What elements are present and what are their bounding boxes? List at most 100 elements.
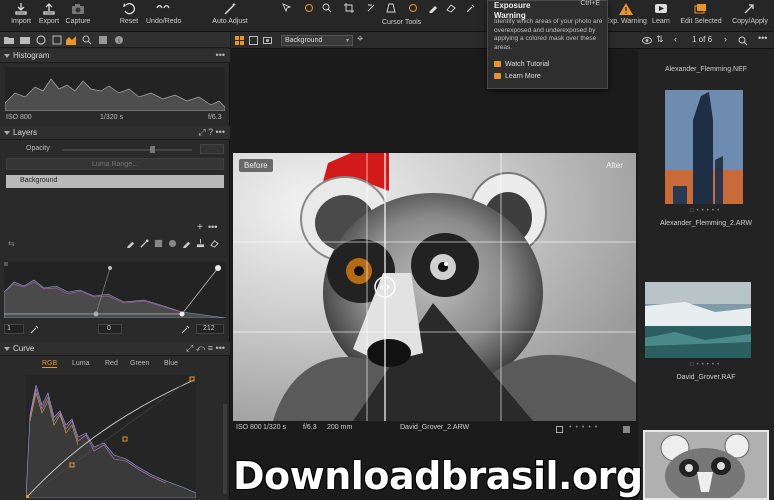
edit-selected-button[interactable]: Edit Selected [678, 2, 724, 30]
rating-dots[interactable]: ••••• [569, 424, 601, 431]
undo-redo-button[interactable]: Undo/Redo [146, 2, 181, 30]
camera-tab-icon[interactable] [20, 35, 30, 45]
opacity-value-field[interactable] [200, 144, 224, 154]
exposure-warning-tooltip: Exposure Warning Ctrl+E Identify which a… [487, 0, 608, 89]
curve-header[interactable]: Curve ⤢ ↶ ≡ ••• [0, 342, 230, 356]
black-picker-icon[interactable] [30, 324, 40, 334]
copy-apply-button[interactable]: Copy/Apply [728, 2, 772, 30]
skyscraper-image [665, 90, 743, 204]
draw-mask-icon[interactable] [182, 239, 191, 248]
thumbnail-item[interactable] [665, 90, 743, 204]
levels-low-field[interactable]: 1 [4, 324, 24, 334]
search-icon[interactable] [738, 36, 748, 46]
levels-mid-field[interactable]: 0 [98, 324, 122, 334]
levels-high-value: 212 [203, 325, 215, 332]
next-image-icon[interactable]: › [724, 34, 727, 44]
luma-range-button[interactable]: Luma Range... [6, 158, 224, 170]
learn-label: Learn [652, 18, 670, 25]
reset-button[interactable]: Reset [112, 2, 146, 30]
copy-apply-icon [744, 4, 754, 14]
opacity-slider-handle[interactable] [150, 146, 155, 153]
learn-button[interactable]: Learn [646, 2, 676, 30]
image-info-bar: ISO 800 1/320 s f/6.3 200 mm David_Grove… [231, 422, 638, 436]
rating-dots[interactable]: □••••• [638, 208, 774, 214]
magic-brush-icon[interactable] [140, 239, 149, 248]
grid-view-icon[interactable] [235, 36, 244, 45]
chevron-down-icon [4, 131, 10, 135]
single-view-icon[interactable] [249, 36, 258, 45]
variant-dropdown-value: Background [285, 37, 323, 44]
thumbnail-item[interactable] [645, 282, 751, 358]
keystone-icon[interactable] [386, 3, 396, 13]
more-options-icon[interactable]: ⤢ ? ••• [198, 127, 225, 138]
watch-tutorial-link[interactable]: Watch Tutorial [494, 61, 549, 68]
learn-more-link[interactable]: Learn More [494, 73, 541, 80]
photo-preview[interactable]: Before After [233, 153, 636, 421]
lens-tab-icon[interactable] [36, 35, 46, 45]
lemur-image [233, 153, 636, 421]
more-options-icon[interactable]: ••• [216, 50, 225, 60]
filter-icon[interactable]: ⇅ [656, 34, 664, 45]
exposure-tab-icon[interactable] [66, 35, 76, 45]
tools-panel: i Histogram ••• ISO 800 1/320 s f/6.3 La… [0, 32, 230, 500]
remove-layer-icon[interactable]: ••• [208, 222, 217, 232]
panel-scrollbar[interactable] [223, 404, 227, 494]
opacity-slider[interactable] [62, 149, 192, 151]
zoom-icon[interactable] [322, 3, 332, 13]
capture-button[interactable]: Capture [61, 2, 95, 30]
curve-graph[interactable] [26, 375, 196, 498]
tab-red[interactable]: Red [105, 360, 118, 367]
after-label: After [606, 161, 623, 170]
curve-options-icon[interactable]: ⤢ ↶ ≡ ••• [186, 343, 225, 354]
select-cursor-icon[interactable] [282, 3, 292, 13]
auto-adjust-button[interactable]: Auto Adjust [210, 2, 250, 30]
luma-range-label: Luma Range... [92, 161, 138, 168]
thumb-name: Alexander_Flemming.NEF [664, 66, 748, 73]
tab-luma[interactable]: Luma [72, 360, 90, 367]
brush-icon[interactable] [126, 239, 135, 248]
levels-high-field[interactable]: 212 [196, 324, 224, 334]
tab-rgb[interactable]: RGB [42, 360, 58, 368]
rotate-icon[interactable] [366, 3, 376, 13]
layer-type-icon[interactable]: ⇆ [8, 239, 15, 248]
picker-icon[interactable] [466, 3, 476, 13]
metadata-tab-icon[interactable]: i [114, 35, 124, 45]
color-tag[interactable] [623, 426, 630, 433]
pan-icon[interactable] [304, 3, 314, 13]
exposure-warning-button[interactable]: Exp. Warning [604, 2, 648, 30]
eraser-icon[interactable] [446, 3, 456, 13]
linear-gradient-icon[interactable] [154, 239, 163, 248]
histogram-header[interactable]: Histogram ••• [0, 49, 230, 63]
compare-view-icon[interactable] [263, 36, 272, 45]
composition-tab-icon[interactable] [52, 35, 62, 45]
eye-icon[interactable] [642, 36, 652, 45]
erase-mask-icon[interactable] [210, 239, 219, 248]
magic-wand-icon [224, 3, 236, 15]
add-variant-icon[interactable]: ⌖ [357, 33, 363, 46]
browser-menu-icon[interactable]: ••• [758, 33, 767, 43]
radial-gradient-icon[interactable] [168, 239, 177, 248]
select-checkbox[interactable] [556, 426, 563, 433]
learn-more-label: Learn More [505, 73, 541, 80]
brush-icon[interactable] [428, 3, 438, 13]
thumbnail-item-selected[interactable] [643, 430, 769, 500]
white-picker-icon[interactable] [181, 324, 191, 334]
folder-icon[interactable] [4, 35, 14, 45]
spot-removal-icon[interactable] [408, 3, 418, 13]
edit-selected-icon [694, 4, 706, 14]
details-tab-icon[interactable] [82, 35, 92, 45]
layers-header[interactable]: Layers ⤢ ? ••• [0, 126, 230, 140]
variant-dropdown[interactable]: Background ▾ [281, 35, 353, 46]
add-layer-icon[interactable]: + [197, 222, 203, 233]
layer-item-background[interactable]: Background [6, 175, 224, 188]
crop-icon[interactable] [344, 3, 354, 13]
adjust-tab-icon[interactable] [98, 35, 108, 45]
tooltip-description: Identify which areas of your photo are o… [494, 18, 603, 51]
tab-green[interactable]: Green [130, 360, 149, 367]
fill-mask-icon[interactable] [196, 239, 205, 248]
prev-image-icon[interactable]: ‹ [674, 34, 677, 44]
rating-dots[interactable]: □••••• [638, 362, 774, 368]
tab-blue[interactable]: Blue [164, 360, 178, 367]
export-icon [43, 3, 55, 15]
levels-graph[interactable] [4, 262, 226, 318]
